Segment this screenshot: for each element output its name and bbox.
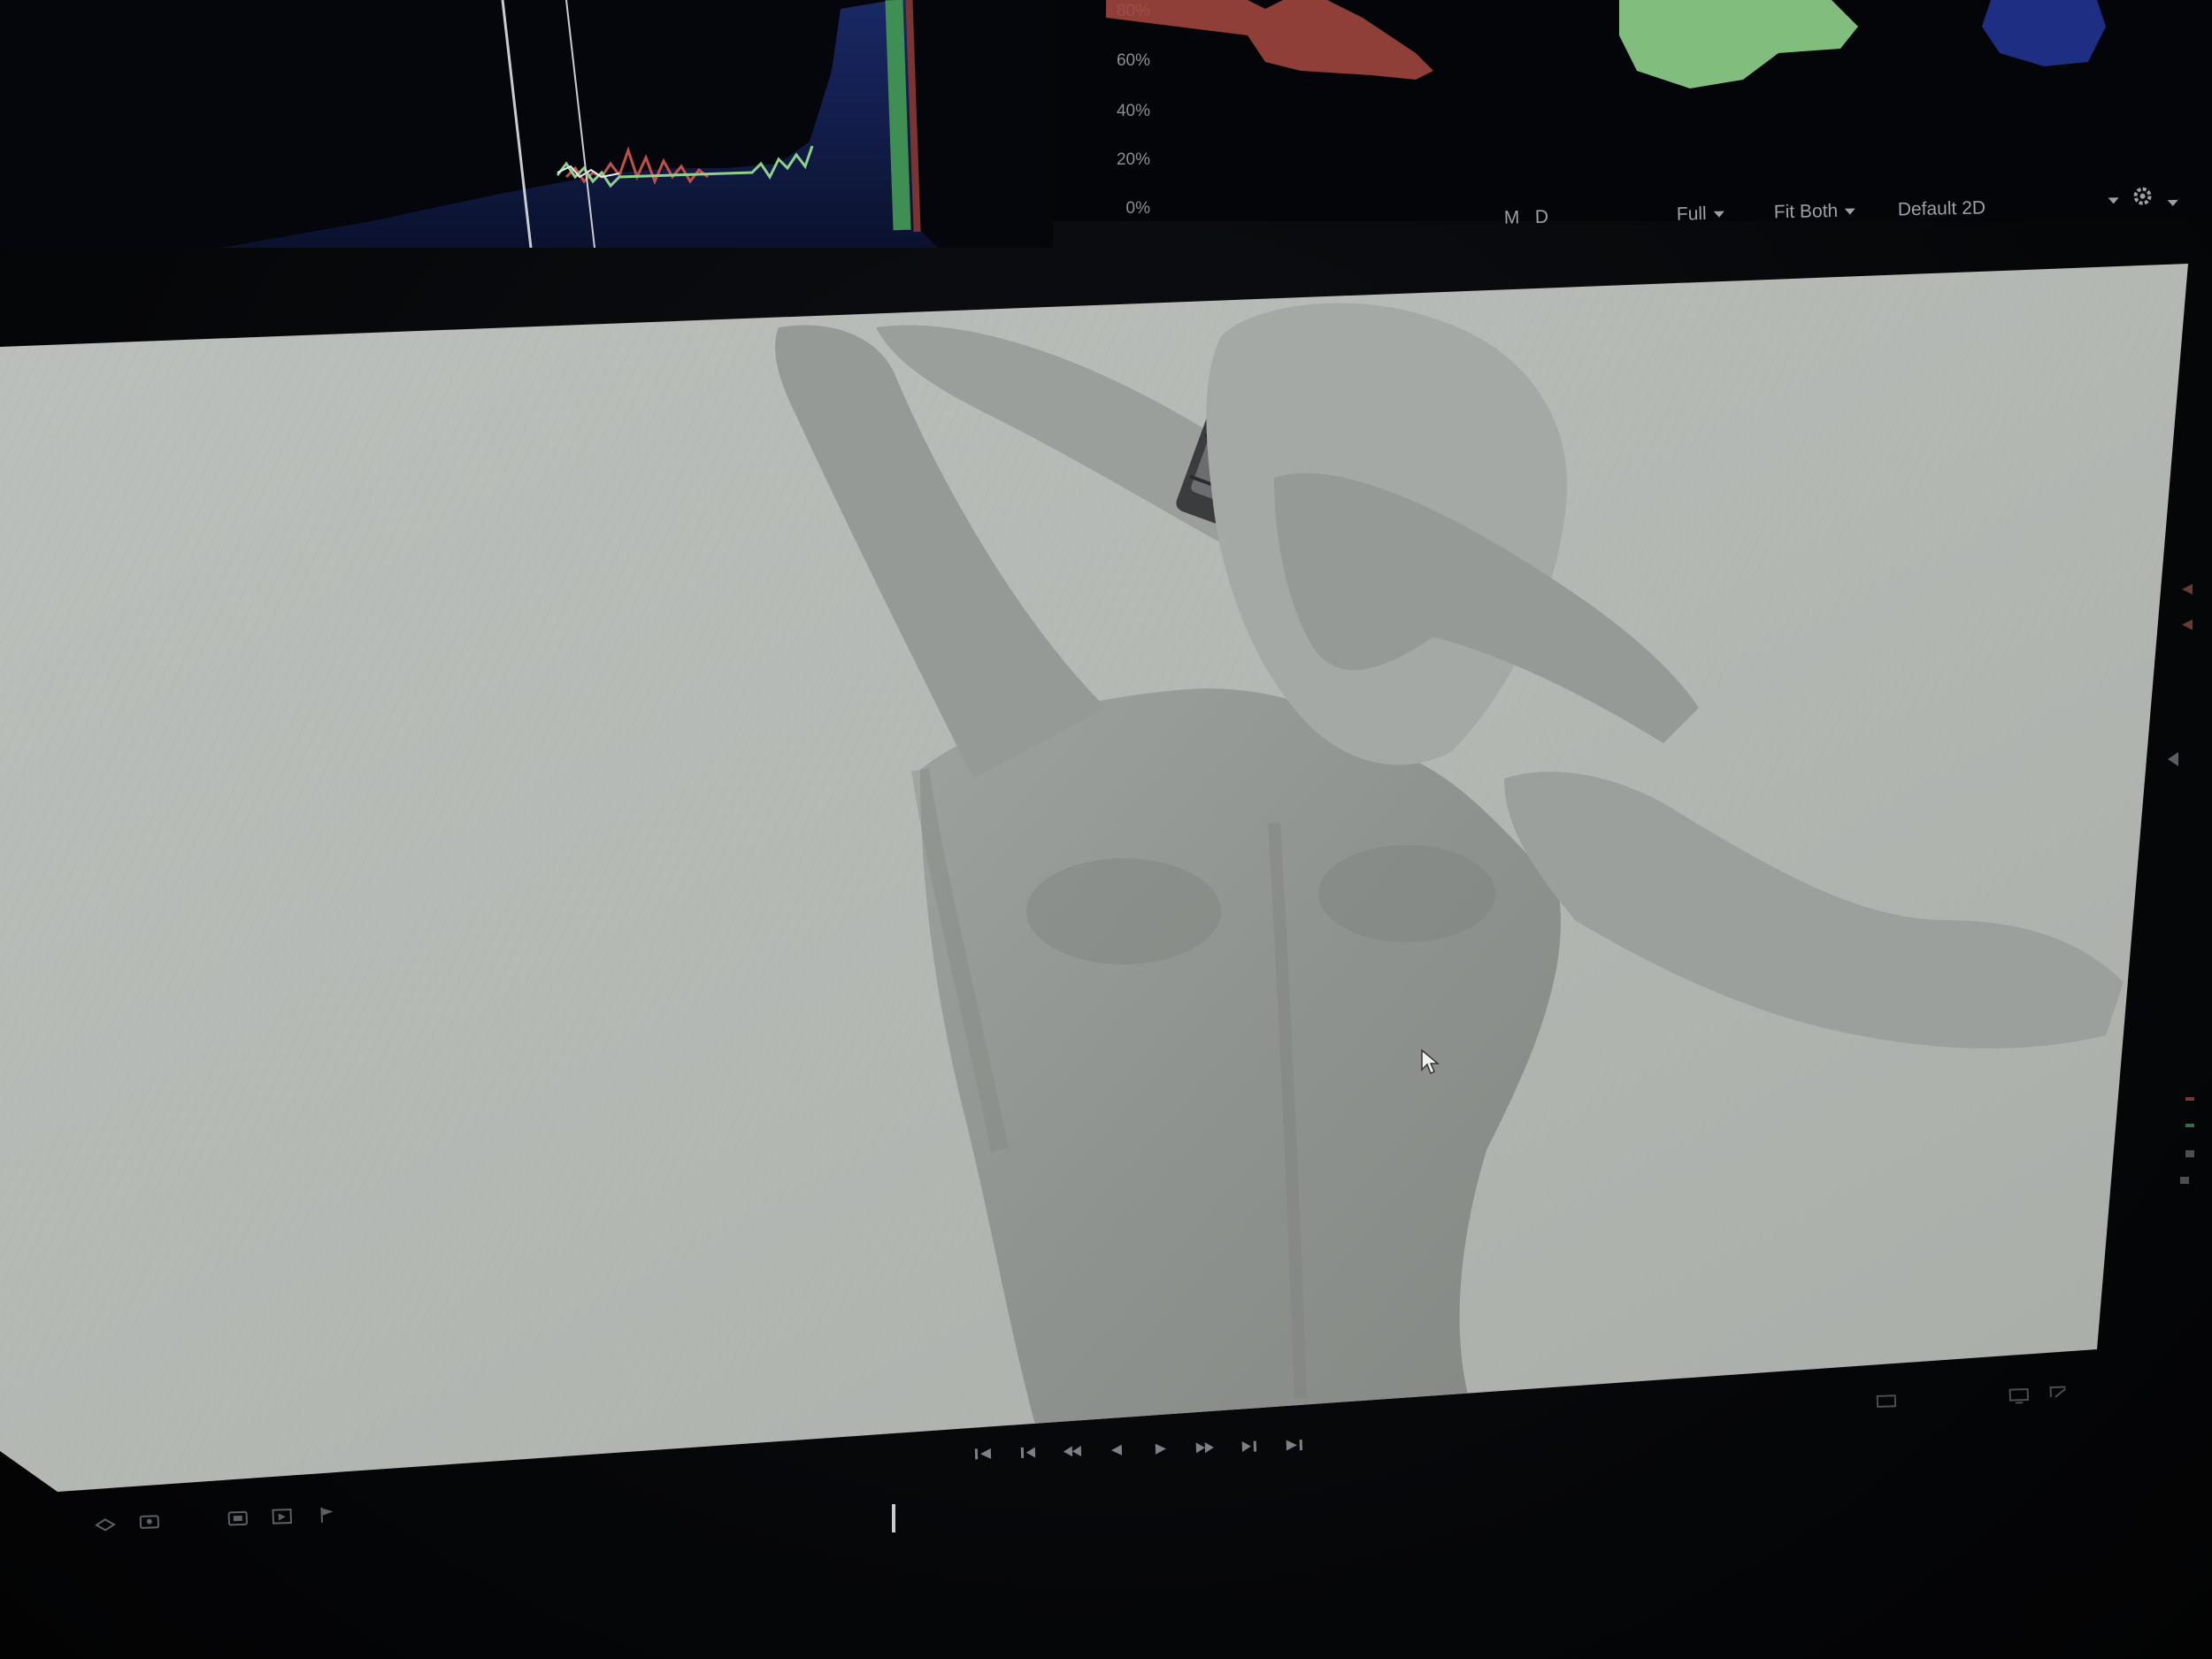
- playhead-marker[interactable]: [892, 1504, 895, 1532]
- side-marker-grey: [2185, 1150, 2194, 1157]
- display-icon[interactable]: [2008, 1386, 2030, 1405]
- side-marker-red: [2185, 1097, 2194, 1101]
- side-marker-grey-2: [2180, 1177, 2189, 1184]
- expand-left-icon: [2168, 752, 2178, 766]
- shadow-scapula-right: [1318, 845, 1495, 942]
- step-back-icon: [1020, 1447, 1036, 1458]
- skip-to-start-icon: [974, 1448, 992, 1460]
- step-forward-button[interactable]: [1237, 1435, 1263, 1457]
- viewer-bottom-right-tools: [1875, 1378, 2088, 1420]
- skip-to-end-button[interactable]: [1280, 1434, 1306, 1456]
- screen: 80% 60% 40% 20% 0% M D Full Fit Both Def…: [0, 0, 2212, 1659]
- play-reverse-button[interactable]: [1104, 1440, 1130, 1462]
- monitor-icon[interactable]: [1876, 1393, 1898, 1411]
- play-reverse-icon: [1110, 1444, 1123, 1455]
- compare-button[interactable]: [270, 1506, 294, 1526]
- compare-icon: [272, 1508, 293, 1525]
- fast-forward-icon: [1195, 1442, 1214, 1454]
- collapse-arrow-icon: [2182, 584, 2193, 595]
- shadow-scapula-left: [1026, 858, 1221, 964]
- rewind-button[interactable]: [1060, 1440, 1086, 1463]
- side-marker-green: [2185, 1124, 2194, 1127]
- expand-icon[interactable]: [2047, 1383, 2070, 1402]
- snapshot-button[interactable]: [226, 1508, 250, 1528]
- flag-icon: [320, 1507, 334, 1523]
- right-edge-indicators: [2168, 584, 2194, 1184]
- skip-to-end-icon: [1286, 1440, 1302, 1451]
- fast-forward-button[interactable]: [1193, 1437, 1218, 1459]
- flag-button[interactable]: [316, 1504, 340, 1525]
- step-back-button[interactable]: [1016, 1441, 1041, 1463]
- play-button[interactable]: [1148, 1438, 1174, 1460]
- rewind-icon: [1063, 1446, 1082, 1457]
- step-forward-icon: [1241, 1440, 1257, 1452]
- layers-button[interactable]: [93, 1512, 117, 1532]
- play-icon: [1155, 1443, 1166, 1455]
- layers-icon: [95, 1518, 116, 1532]
- camera-icon: [139, 1515, 160, 1529]
- collapse-arrow-icon-2: [2182, 619, 2193, 630]
- snapshot-icon: [227, 1510, 248, 1526]
- mouse-cursor-icon: [1421, 1048, 1440, 1075]
- camera-button[interactable]: [137, 1510, 161, 1531]
- skip-to-start-button[interactable]: [972, 1443, 997, 1465]
